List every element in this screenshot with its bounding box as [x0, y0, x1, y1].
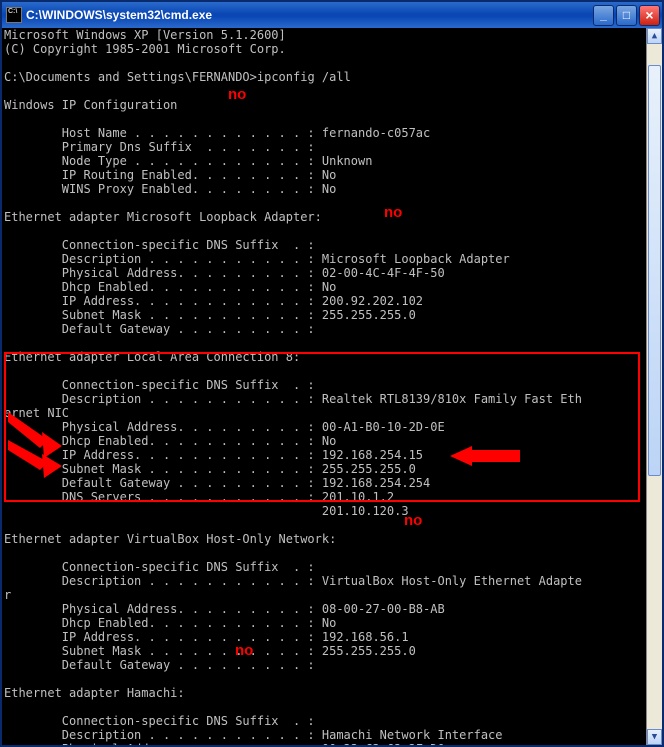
close-button[interactable]: ×: [639, 5, 660, 26]
output-line: Host Name . . . . . . . . . . . . : fern…: [4, 126, 430, 140]
output-line: Physical Address. . . . . . . . . : 02-0…: [4, 266, 445, 280]
output-line: 201.10.120.3: [4, 504, 409, 518]
output-line: DNS Servers . . . . . . . . . . . : 201.…: [4, 490, 394, 504]
window-titlebar: C:\ C:\WINDOWS\system32\cmd.exe _ □ ×: [2, 2, 662, 28]
adapter-header: Ethernet adapter Local Area Connection 8…: [4, 350, 300, 364]
output-line: Default Gateway . . . . . . . . . :: [4, 322, 315, 336]
output-line: Physical Address. . . . . . . . . : 08-0…: [4, 602, 445, 616]
output-line: WINS Proxy Enabled. . . . . . . . : No: [4, 182, 336, 196]
output-line: Description . . . . . . . . . . . : Virt…: [4, 574, 582, 588]
output-line: Default Gateway . . . . . . . . . : 192.…: [4, 476, 430, 490]
scroll-down-button[interactable]: ▼: [647, 729, 662, 745]
output-line: Description . . . . . . . . . . . : Micr…: [4, 252, 510, 266]
banner-line: Microsoft Windows XP [Version 5.1.2600]: [4, 28, 286, 42]
output-line: ernet NIC: [4, 406, 69, 420]
minimize-button[interactable]: _: [593, 5, 614, 26]
window-title: C:\WINDOWS\system32\cmd.exe: [26, 8, 591, 22]
output-line: Dhcp Enabled. . . . . . . . . . . : No: [4, 434, 336, 448]
output-line: Default Gateway . . . . . . . . . :: [4, 658, 315, 672]
output-line: Dhcp Enabled. . . . . . . . . . . : No: [4, 616, 336, 630]
scrollbar-track[interactable]: [647, 44, 662, 729]
output-line: Subnet Mask . . . . . . . . . . . : 255.…: [4, 644, 416, 658]
adapter-header: Ethernet adapter VirtualBox Host-Only Ne…: [4, 532, 336, 546]
output-line: IP Address. . . . . . . . . . . . : 192.…: [4, 630, 409, 644]
output-line: Connection-specific DNS Suffix . :: [4, 560, 315, 574]
prompt: C:\Documents and Settings\FERNANDO>: [4, 70, 257, 84]
arrow-right-icon: [450, 446, 520, 470]
output-line: Subnet Mask . . . . . . . . . . . : 255.…: [4, 308, 416, 322]
output-line: Primary Dns Suffix . . . . . . . :: [4, 140, 315, 154]
cmd-icon: C:\: [6, 7, 22, 23]
adapter-header: Ethernet adapter Hamachi:: [4, 686, 185, 700]
command-text: ipconfig /all: [257, 70, 351, 84]
vertical-scrollbar[interactable]: ▲ ▼: [646, 28, 662, 745]
output-line: Description . . . . . . . . . . . : Real…: [4, 392, 582, 406]
output-line: IP Address. . . . . . . . . . . . : 192.…: [4, 448, 423, 462]
adapter-header: Ethernet adapter Microsoft Loopback Adap…: [4, 210, 322, 224]
annotation-no-1: no: [228, 88, 246, 102]
annotation-no-2: no: [384, 206, 402, 220]
output-line: Dhcp Enabled. . . . . . . . . . . : No: [4, 280, 336, 294]
output-line: Description . . . . . . . . . . . : Hama…: [4, 728, 503, 742]
maximize-button[interactable]: □: [616, 5, 637, 26]
scroll-up-button[interactable]: ▲: [647, 28, 662, 44]
output-line: Node Type . . . . . . . . . . . . : Unkn…: [4, 154, 372, 168]
scrollbar-thumb[interactable]: [648, 65, 661, 476]
output-line: IP Address. . . . . . . . . . . . : 200.…: [4, 294, 423, 308]
output-line: IP Routing Enabled. . . . . . . . : No: [4, 168, 336, 182]
output-line: Connection-specific DNS Suffix . :: [4, 378, 315, 392]
output-line: Connection-specific DNS Suffix . :: [4, 238, 315, 252]
output-line: Physical Address. . . . . . . . . : 00-A…: [4, 420, 445, 434]
output-line: Connection-specific DNS Suffix . :: [4, 714, 315, 728]
output-line: Subnet Mask . . . . . . . . . . . : 255.…: [4, 462, 416, 476]
terminal-output: Microsoft Windows XP [Version 5.1.2600] …: [2, 28, 662, 745]
section-header: Windows IP Configuration: [4, 98, 177, 112]
output-line: Physical Address. . . . . . . . . : 00-2…: [4, 742, 445, 745]
banner-line: (C) Copyright 1985-2001 Microsoft Corp.: [4, 42, 286, 56]
output-line: r: [4, 588, 11, 602]
